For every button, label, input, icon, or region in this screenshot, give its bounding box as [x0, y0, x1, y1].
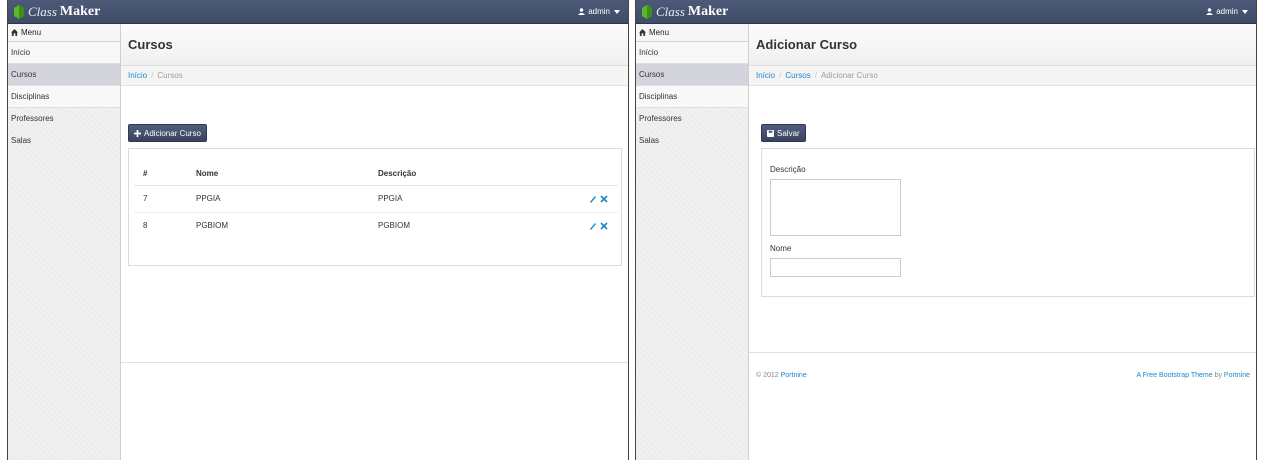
cursos-table-card: # Nome Descrição 7 PPGIA PPGIA 8 PGBIOM … [128, 148, 622, 266]
by-text: by [1214, 372, 1222, 379]
save-button[interactable]: Salvar [761, 124, 806, 142]
sidebar-item-salas[interactable]: Salas [636, 130, 748, 152]
logo-icon [642, 5, 652, 19]
save-icon [767, 129, 774, 137]
cell-id: 7 [134, 185, 196, 213]
cell-nome: PGBIOM [196, 221, 229, 231]
page-header: Adicionar Curso [749, 24, 1256, 66]
chevron-down-icon [614, 9, 620, 14]
add-curso-button[interactable]: Adicionar Curso [128, 124, 207, 142]
sidebar-item-inicio[interactable]: Início [636, 42, 748, 64]
brand-maker-text: Maker [687, 4, 729, 19]
main-content: Adicionar Curso Início / Cursos / Adicio… [749, 24, 1256, 460]
table-header-row: # Nome Descrição [134, 163, 618, 186]
user-menu[interactable]: admin [578, 7, 620, 16]
delete-icon[interactable] [600, 222, 608, 230]
chevron-down-icon [1242, 9, 1248, 14]
breadcrumb: Início / Cursos / Adicionar Curso [749, 66, 1256, 86]
breadcrumb-cursos-link[interactable]: Cursos [785, 71, 810, 80]
theme-link[interactable]: A Free Bootstrap Theme [1136, 372, 1212, 379]
edit-icon[interactable] [589, 222, 597, 231]
delete-icon[interactable] [600, 195, 608, 203]
column-header-nome: Nome [196, 163, 378, 186]
cell-descricao: PPGIA [378, 185, 538, 213]
footer-copyright: © 2012 Portnine [756, 372, 807, 379]
user-name: admin [588, 7, 610, 16]
page-title: Adicionar Curso [756, 37, 858, 52]
brand-logo[interactable]: Class Maker [642, 3, 728, 21]
column-header-actions [538, 163, 618, 186]
page-header: Cursos [121, 24, 628, 66]
sidebar: Menu Início Cursos Disciplinas Professor… [8, 24, 121, 460]
sidebar-item-cursos[interactable]: Cursos [8, 64, 120, 86]
sidebar: Menu Início Cursos Disciplinas Professor… [636, 24, 749, 460]
descricao-label: Descrição [770, 165, 806, 174]
cell-actions [538, 212, 618, 239]
user-name: admin [1216, 7, 1238, 16]
footer-divider [121, 362, 628, 363]
sidebar-item-disciplinas[interactable]: Disciplinas [8, 86, 120, 108]
cell-descricao: PGBIOM [378, 221, 411, 231]
cell-nome: PPGIA [196, 185, 378, 213]
home-icon [639, 29, 646, 36]
curso-form-card: Descrição Nome [761, 148, 1255, 297]
brand-class-text: Class [656, 4, 685, 19]
main-content: Cursos Início / Cursos Adicionar Curso #… [121, 24, 628, 460]
add-curso-label: Adicionar Curso [144, 128, 201, 138]
user-icon [578, 8, 586, 15]
nome-input[interactable] [770, 258, 901, 277]
logo-icon [14, 5, 24, 19]
home-icon [11, 29, 18, 36]
sidebar-item-salas[interactable]: Salas [8, 130, 120, 152]
copyright-text: © 2012 [756, 372, 779, 379]
breadcrumb-home-link[interactable]: Início [756, 71, 775, 80]
breadcrumb-separator: / [814, 71, 817, 80]
brand-class-text: Class [28, 4, 57, 19]
user-menu[interactable]: admin [1206, 7, 1248, 16]
sidebar-item-cursos[interactable]: Cursos [636, 64, 748, 86]
portnine-link[interactable]: Portnine [781, 372, 807, 379]
navbar: Class Maker admin [636, 0, 1256, 24]
table-row: 8 PGBIOM PGBIOM [134, 212, 618, 239]
sidebar-header-label: Menu [21, 27, 42, 37]
cell-id: 8 [143, 221, 148, 231]
descricao-textarea[interactable] [770, 179, 901, 236]
sidebar-item-disciplinas[interactable]: Disciplinas [636, 86, 748, 108]
breadcrumb-separator: / [779, 71, 782, 80]
right-window: Class Maker admin Menu Início Cursos Dis… [635, 0, 1257, 460]
nome-label: Nome [770, 244, 792, 253]
breadcrumb: Início / Cursos [121, 66, 628, 86]
sidebar-header[interactable]: Menu [8, 24, 120, 42]
sidebar-header[interactable]: Menu [636, 24, 748, 42]
footer-credits: A Free Bootstrap Theme by Portnine [1136, 372, 1250, 379]
table-row: 7 PPGIA PPGIA [134, 185, 618, 213]
breadcrumb-separator: / [151, 71, 154, 80]
plus-icon [134, 129, 141, 137]
brand-maker-text: Maker [59, 4, 101, 19]
sidebar-item-inicio[interactable]: Início [8, 42, 120, 64]
sidebar-item-professores[interactable]: Professores [636, 108, 748, 130]
brand-logo[interactable]: Class Maker [14, 3, 100, 21]
user-icon [1206, 8, 1214, 15]
author-link[interactable]: Portnine [1224, 372, 1250, 379]
sidebar-item-professores[interactable]: Professores [8, 108, 120, 130]
navbar: Class Maker admin [8, 0, 628, 24]
breadcrumb-home-link[interactable]: Início [128, 71, 147, 80]
column-header-id: # [134, 163, 196, 186]
column-header-descricao: Descrição [378, 163, 538, 186]
footer-divider [749, 352, 1256, 353]
left-window: Class Maker admin Menu Início Cursos Dis… [7, 0, 629, 460]
cursos-table: # Nome Descrição 7 PPGIA PPGIA 8 PGBIOM … [134, 163, 618, 239]
breadcrumb-current: Cursos [157, 71, 183, 80]
save-label: Salvar [777, 128, 800, 138]
sidebar-header-label: Menu [649, 27, 670, 37]
page-title: Cursos [128, 37, 173, 52]
edit-icon[interactable] [589, 195, 597, 203]
breadcrumb-current: Adicionar Curso [820, 71, 878, 80]
cell-actions [538, 185, 618, 213]
